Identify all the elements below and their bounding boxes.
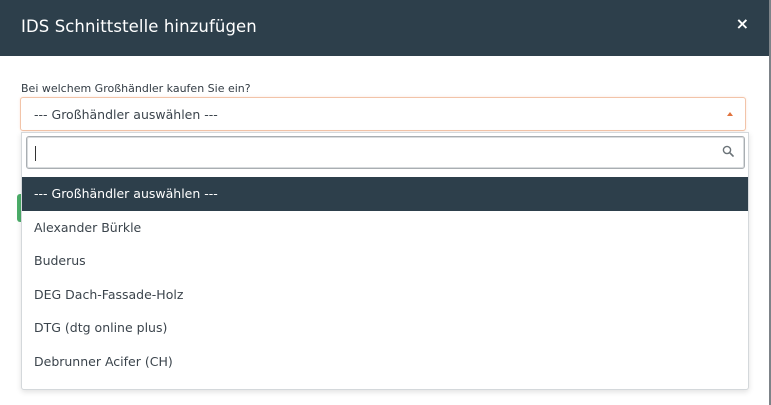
wholesaler-select[interactable]: --- Großhändler auswählen ---	[20, 97, 746, 131]
search-box[interactable]	[26, 136, 745, 169]
caret-up-icon	[727, 112, 733, 116]
option-debrunner-acifer[interactable]: Debrunner Acifer (CH)	[22, 345, 748, 379]
modal-header: IDS Schnittstelle hinzufügen ×	[0, 0, 769, 56]
modal-title: IDS Schnittstelle hinzufügen	[21, 17, 257, 36]
search-input[interactable]	[33, 143, 717, 165]
option-dtg[interactable]: DTG (dtg online plus)	[22, 311, 748, 345]
select-value: --- Großhändler auswählen ---	[34, 107, 218, 122]
options-list: --- Großhändler auswählen --- Alexander …	[22, 177, 748, 379]
wholesaler-dropdown: --- Großhändler auswählen --- Alexander …	[21, 132, 749, 390]
option-placeholder[interactable]: --- Großhändler auswählen ---	[22, 177, 748, 211]
modal-dialog: IDS Schnittstelle hinzufügen × Bei welch…	[0, 0, 769, 405]
option-alexander-buerkle[interactable]: Alexander Bürkle	[22, 211, 748, 245]
magnifier-icon	[722, 145, 734, 157]
option-deg-dach-fassade-holz[interactable]: DEG Dach-Fassade-Holz	[22, 278, 748, 312]
option-buderus[interactable]: Buderus	[22, 244, 748, 278]
close-button[interactable]: ×	[736, 14, 749, 34]
wholesaler-label: Bei welchem Großhändler kaufen Sie ein?	[21, 82, 251, 95]
text-cursor	[35, 146, 36, 161]
